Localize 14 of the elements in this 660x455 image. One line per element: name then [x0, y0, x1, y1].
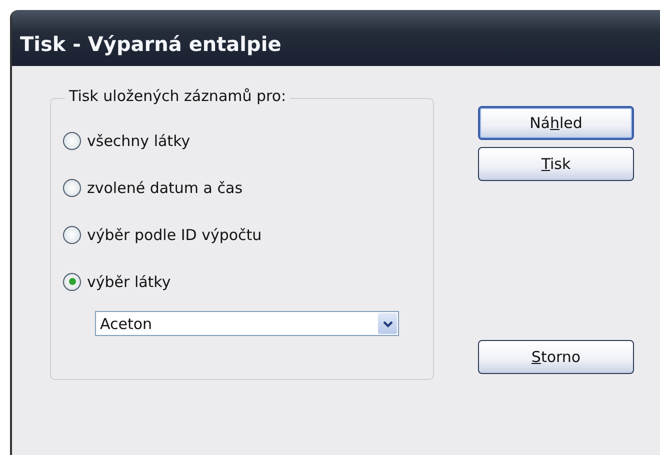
dialog-button[interactable]: Náhled — [478, 106, 634, 140]
radio-button[interactable] — [63, 226, 81, 244]
radio-button[interactable] — [63, 272, 81, 290]
dialog-button[interactable]: Tisk — [478, 147, 634, 181]
radio-button[interactable] — [63, 132, 81, 150]
radio-label[interactable]: všechny látky — [87, 132, 190, 150]
window-title: Tisk - Výparná entalpie — [20, 32, 282, 56]
substance-dropdown[interactable]: Aceton — [95, 311, 399, 336]
radio-label[interactable]: výběr podle ID výpočtu — [87, 226, 262, 244]
radio-label[interactable]: výběr látky — [87, 272, 171, 290]
radio-button[interactable] — [63, 178, 81, 196]
group-title: Tisk uložených záznamů pro: — [65, 87, 290, 105]
radio-label[interactable]: zvolené datum a čas — [87, 178, 243, 196]
dialog-button[interactable]: Storno — [478, 340, 634, 374]
